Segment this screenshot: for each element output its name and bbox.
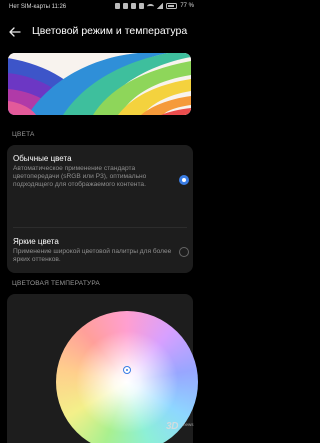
radio-vivid-colors[interactable] xyxy=(179,247,189,257)
nfc-icon xyxy=(115,3,121,9)
carrier-time: Нет SIM-карты 11:26 xyxy=(9,4,67,10)
watermark-logo: 3D news xyxy=(166,421,196,439)
option-description: Применение широкой цветовой палитры для … xyxy=(13,248,172,264)
alarm-icon xyxy=(131,3,137,9)
status-bar: Нет SIM-карты 11:26 77 % xyxy=(0,0,200,14)
option-vivid-colors[interactable]: Яркие цвета Применение широкой цветовой … xyxy=(7,228,193,273)
battery-percent: 77 % xyxy=(180,3,194,9)
hero-color-banner xyxy=(8,53,191,115)
watermark-sub: news xyxy=(183,422,194,427)
watermark-brand: 3D xyxy=(166,421,179,432)
option-description: Автоматическое применение стандарта цвет… xyxy=(13,165,147,189)
page-title: Цветовой режим и температура xyxy=(32,25,188,37)
vibrate-icon xyxy=(123,3,129,9)
option-title: Яркие цвета xyxy=(13,237,59,246)
arrow-left-icon[interactable] xyxy=(9,27,21,37)
battery-level xyxy=(168,5,174,7)
option-title: Обычные цвета xyxy=(13,154,72,163)
color-mode-options: Обычные цвета Автоматическое применение … xyxy=(7,145,193,273)
status-icons: 77 % xyxy=(115,3,194,9)
colors-section-label: ЦВЕТА xyxy=(12,131,35,138)
rainbow-illustration xyxy=(8,53,191,115)
color-wheel-handle[interactable] xyxy=(123,366,131,374)
temperature-section-label: ЦВЕТОВАЯ ТЕМПЕРАТУРА xyxy=(12,280,100,287)
radio-normal-colors[interactable] xyxy=(179,175,189,185)
signal-icon xyxy=(157,3,164,9)
battery-icon xyxy=(166,3,178,9)
bluetooth-icon xyxy=(139,3,145,9)
wifi-icon xyxy=(147,3,155,9)
option-normal-colors[interactable]: Обычные цвета Автоматическое применение … xyxy=(7,145,193,227)
